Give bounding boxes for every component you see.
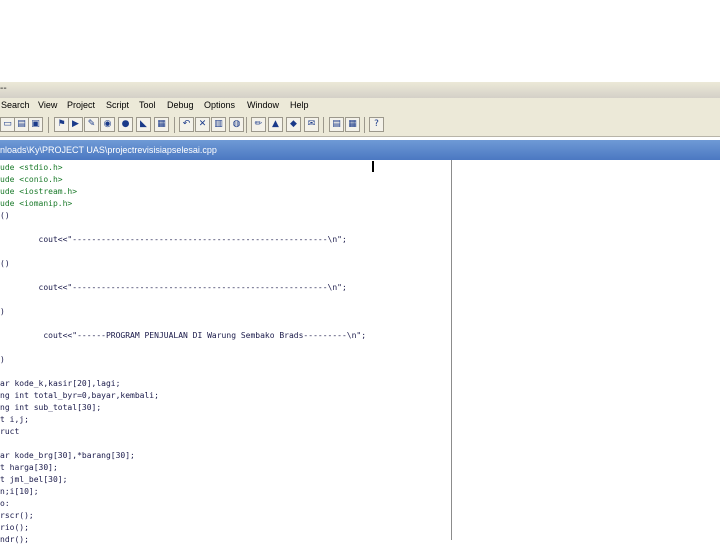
new-file-icon[interactable]: ▭ xyxy=(0,117,15,132)
tool-j-icon[interactable]: ✉ xyxy=(304,117,319,132)
tool-a-icon[interactable]: ✎ xyxy=(84,117,99,132)
menu-tool[interactable]: Tool xyxy=(139,100,156,110)
menu-options[interactable]: Options xyxy=(204,100,235,110)
code-line: ng int sub_total[30]; xyxy=(0,403,102,412)
window-title: -- xyxy=(0,83,7,94)
open-file-icon[interactable]: ▤ xyxy=(14,117,29,132)
menu-project[interactable]: Project xyxy=(67,100,95,110)
toolbar-separator xyxy=(48,117,49,133)
menu-script[interactable]: Script xyxy=(106,100,129,110)
code-line: cout<<"------PROGRAM PENJUALAN DI Warung… xyxy=(0,331,367,340)
tool-g-icon[interactable]: ✏ xyxy=(251,117,266,132)
menu-help[interactable]: Help xyxy=(290,100,309,110)
undo-icon[interactable]: ↶ xyxy=(179,117,194,132)
tool-e-icon[interactable]: ▥ xyxy=(211,117,226,132)
file-tab-bar: nloads\Ky\PROJECT UAS\projectrevisisiaps… xyxy=(0,140,720,160)
code-line: rscr(); xyxy=(0,511,34,520)
code-line: ude <stdio.h> xyxy=(0,163,63,172)
help-icon[interactable]: ? xyxy=(369,117,384,132)
code-editor[interactable]: ude <stdio.h> ude <conio.h> ude <iostream.… xyxy=(0,160,720,544)
tool-f-icon[interactable]: ◍ xyxy=(229,117,244,132)
code-line: ude <iomanip.h> xyxy=(0,199,73,208)
tool-i-icon[interactable]: ◆ xyxy=(286,117,301,132)
tool-k-icon[interactable]: ▤ xyxy=(329,117,344,132)
window-titlebar: -- xyxy=(0,82,720,98)
code-line: t i,j; xyxy=(0,415,29,424)
run-icon[interactable]: ▶ xyxy=(68,117,83,132)
toolbar-separator xyxy=(364,117,365,133)
menu-debug[interactable]: Debug xyxy=(167,100,194,110)
code-line: n;i[10]; xyxy=(0,487,39,496)
code-line: ar kode_brg[30],*barang[30]; xyxy=(0,451,135,460)
menu-view[interactable]: View xyxy=(38,100,57,110)
toolbar-separator xyxy=(174,117,175,133)
save-icon[interactable]: ▣ xyxy=(28,117,43,132)
code-line: t harga[30]; xyxy=(0,463,58,472)
tool-d-icon[interactable]: ▦ xyxy=(154,117,169,132)
menu-bar: Search View Project Script Tool Debug Op… xyxy=(0,98,720,114)
tool-l-icon[interactable]: ▦ xyxy=(345,117,360,132)
stop-icon[interactable]: ● xyxy=(118,117,133,132)
code-line: cout<<"---------------------------------… xyxy=(0,283,347,292)
toolbar-separator xyxy=(246,117,247,133)
compile-icon[interactable]: ⚑ xyxy=(54,117,69,132)
toolbar: ▭ ▤ ▣ ⚑ ▶ ✎ ◉ ● ◣ ▦ ↶ ✕ ▥ ◍ ✏ ▲ ◆ ✉ ▤ ▦? xyxy=(0,114,720,137)
tool-b-icon[interactable]: ◉ xyxy=(100,117,115,132)
code-line: () xyxy=(0,259,10,268)
editor-margin-line xyxy=(451,160,452,540)
code-line: t jml_bel[30]; xyxy=(0,475,68,484)
tool-c-icon[interactable]: ◣ xyxy=(136,117,151,132)
menu-search[interactable]: Search xyxy=(1,100,30,110)
code-line: ar kode_k,kasir[20],lagi; xyxy=(0,379,121,388)
code-line: cout<<"---------------------------------… xyxy=(0,235,347,244)
toolbar-separator xyxy=(323,117,324,133)
cut-icon[interactable]: ✕ xyxy=(195,117,210,132)
file-tab[interactable]: nloads\Ky\PROJECT UAS\projectrevisisiaps… xyxy=(0,145,217,155)
code-line: () xyxy=(0,211,10,220)
code-line: ude <iostream.h> xyxy=(0,187,78,196)
code-line: ) xyxy=(0,355,5,364)
code-line: rio(); xyxy=(0,523,29,532)
code-line: ruct xyxy=(0,427,20,436)
code-line: o: xyxy=(0,499,10,508)
menu-window[interactable]: Window xyxy=(247,100,279,110)
text-cursor xyxy=(372,161,374,172)
code-line: ng int total_byr=0,bayar,kembali; xyxy=(0,391,159,400)
tool-h-icon[interactable]: ▲ xyxy=(268,117,283,132)
code-line: ) xyxy=(0,307,5,316)
code-line: ude <conio.h> xyxy=(0,175,63,184)
